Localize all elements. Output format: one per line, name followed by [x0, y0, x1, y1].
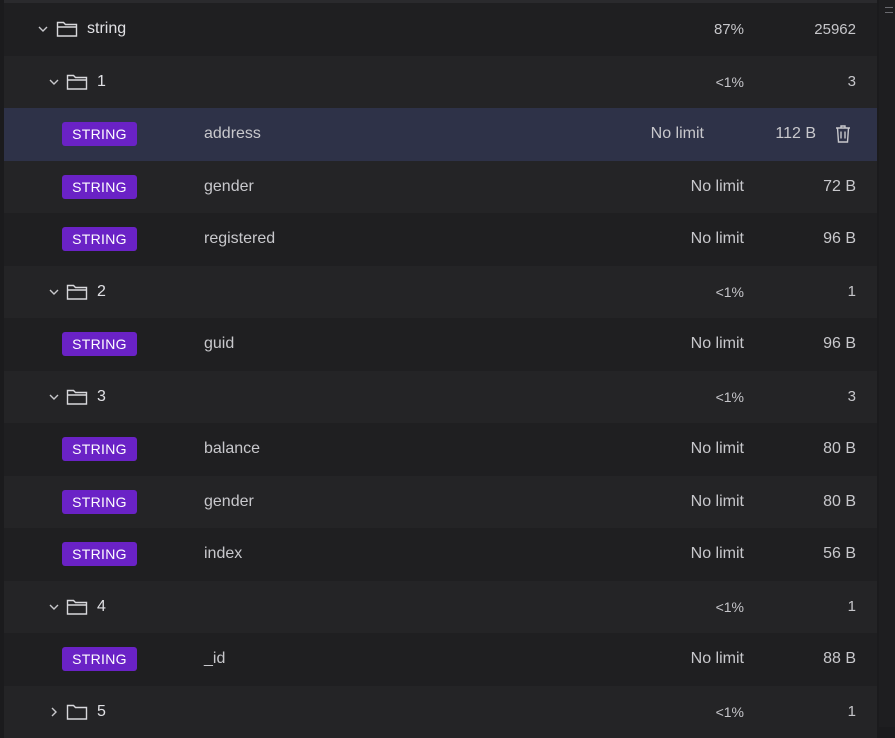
chevron-down-icon[interactable] — [47, 600, 61, 614]
scrollbar[interactable] — [879, 0, 895, 727]
key-type-badge: STRING — [62, 332, 137, 356]
key-row[interactable]: STRING address No limit 112 B — [4, 108, 877, 161]
folder-name: string — [87, 20, 126, 38]
key-name: _id — [204, 650, 225, 668]
folder-name: 2 — [97, 283, 106, 301]
key-name: index — [204, 545, 242, 563]
folder-icon — [56, 20, 78, 38]
folder-count: 1 — [848, 703, 856, 720]
key-name: address — [204, 125, 261, 143]
folder-icon — [66, 388, 88, 406]
key-ttl: No limit — [691, 440, 744, 458]
folder-icon — [66, 283, 88, 301]
folder-icon — [66, 73, 88, 91]
chevron-right-icon[interactable] — [47, 705, 61, 719]
key-type-badge: STRING — [62, 490, 137, 514]
key-ttl: No limit — [651, 125, 704, 143]
key-ttl: No limit — [691, 650, 744, 668]
key-name: gender — [204, 178, 254, 196]
folder-name: 1 — [97, 73, 106, 91]
key-ttl: No limit — [691, 230, 744, 248]
folder-row-2[interactable]: 2 <1% 1 — [4, 266, 877, 319]
folder-name: 4 — [97, 598, 106, 616]
key-name: guid — [204, 335, 234, 353]
key-size: 80 B — [823, 440, 856, 458]
key-row[interactable]: STRING gender No limit 72 B — [4, 161, 877, 214]
folder-percent: <1% — [716, 284, 744, 300]
key-size: 80 B — [823, 493, 856, 511]
folder-icon — [66, 703, 88, 721]
folder-icon — [66, 598, 88, 616]
key-size: 88 B — [823, 650, 856, 668]
folder-percent: <1% — [716, 599, 744, 615]
key-row[interactable]: STRING balance No limit 80 B — [4, 423, 877, 476]
chevron-down-icon[interactable] — [36, 22, 50, 36]
key-name: gender — [204, 493, 254, 511]
key-name: registered — [204, 230, 275, 248]
key-size: 112 B — [775, 125, 816, 143]
folder-row-3[interactable]: 3 <1% 3 — [4, 371, 877, 424]
folder-row-5[interactable]: 5 <1% 1 — [4, 686, 877, 738]
folder-percent: <1% — [716, 74, 744, 90]
folder-count: 3 — [848, 73, 856, 90]
key-ttl: No limit — [691, 335, 744, 353]
key-row[interactable]: STRING index No limit 56 B — [4, 528, 877, 581]
key-type-badge: STRING — [62, 122, 137, 146]
key-row[interactable]: STRING gender No limit 80 B — [4, 476, 877, 529]
key-type-badge: STRING — [62, 542, 137, 566]
folder-count: 1 — [848, 598, 856, 615]
key-type-badge: STRING — [62, 227, 137, 251]
folder-row-root[interactable]: string 87% 25962 — [4, 3, 877, 56]
key-type-badge: STRING — [62, 437, 137, 461]
key-size: 96 B — [823, 335, 856, 353]
folder-name: 3 — [97, 388, 106, 406]
folder-row-4[interactable]: 4 <1% 1 — [4, 581, 877, 634]
key-tree: string 87% 25962 1 <1% 3 STRING address … — [4, 3, 877, 738]
folder-percent: <1% — [716, 704, 744, 720]
folder-name: 5 — [97, 703, 106, 721]
folder-percent: 87% — [714, 21, 744, 38]
key-ttl: No limit — [691, 545, 744, 563]
key-type-badge: STRING — [62, 175, 137, 199]
key-row[interactable]: STRING _id No limit 88 B — [4, 633, 877, 686]
chevron-down-icon[interactable] — [47, 390, 61, 404]
chevron-down-icon[interactable] — [47, 75, 61, 89]
folder-count: 25962 — [814, 21, 856, 38]
key-row[interactable]: STRING registered No limit 96 B — [4, 213, 877, 266]
key-size: 56 B — [823, 545, 856, 563]
folder-count: 3 — [848, 388, 856, 405]
scroll-grip-icon[interactable] — [885, 7, 893, 13]
key-ttl: No limit — [691, 493, 744, 511]
chevron-down-icon[interactable] — [47, 285, 61, 299]
key-ttl: No limit — [691, 178, 744, 196]
key-type-badge: STRING — [62, 647, 137, 671]
key-size: 72 B — [823, 178, 856, 196]
key-row[interactable]: STRING guid No limit 96 B — [4, 318, 877, 371]
key-size: 96 B — [823, 230, 856, 248]
folder-count: 1 — [848, 283, 856, 300]
key-name: balance — [204, 440, 260, 458]
folder-percent: <1% — [716, 389, 744, 405]
folder-row-1[interactable]: 1 <1% 3 — [4, 56, 877, 109]
trash-icon[interactable] — [834, 124, 852, 144]
